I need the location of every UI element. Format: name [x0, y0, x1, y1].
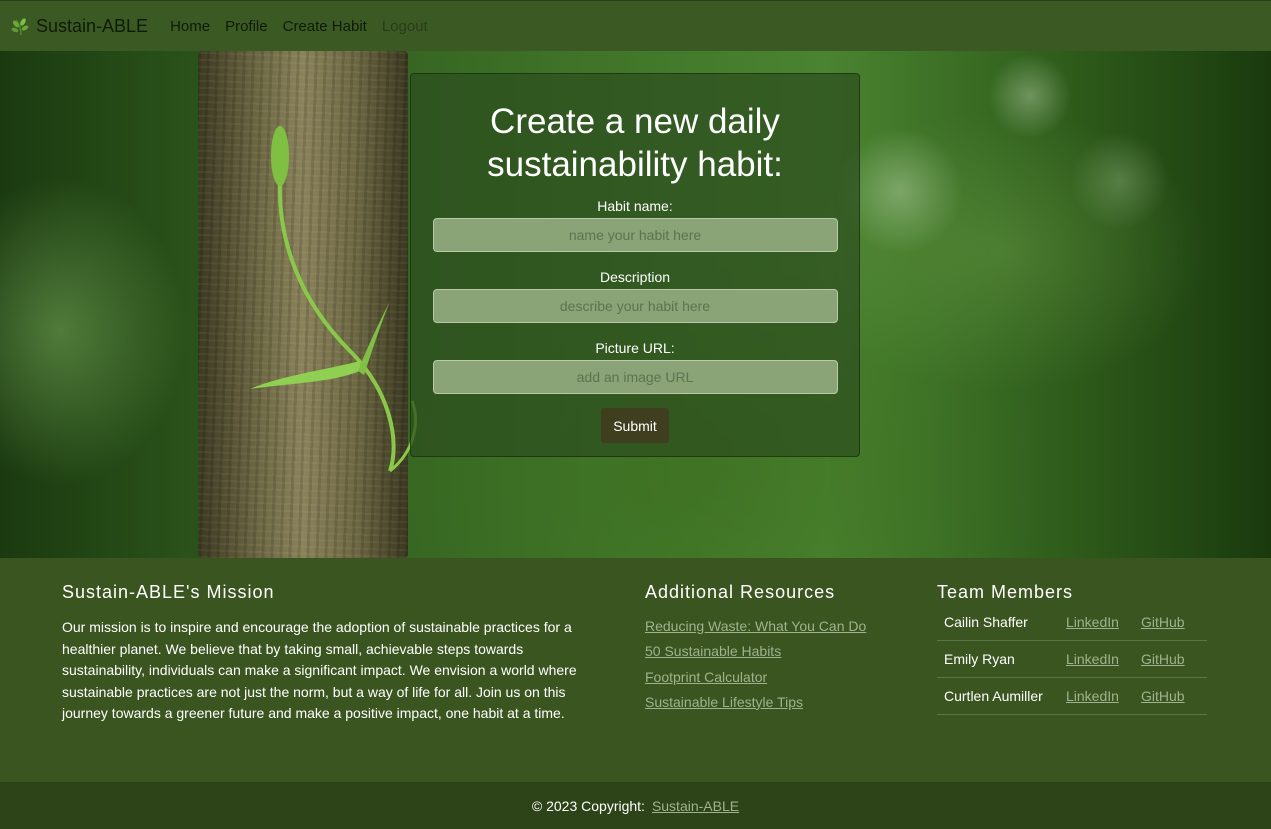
navbar: Sustain-ABLE Home Profile Create Habit L…: [0, 0, 1271, 51]
resources-title: Additional Resources: [645, 582, 836, 602]
resource-link-reducing-waste[interactable]: Reducing Waste: What You Can Do: [645, 618, 866, 634]
team-table: Cailin Shaffer LinkedIn GitHub Emily Rya…: [937, 604, 1207, 715]
form-title-line1: Create a new daily: [490, 102, 780, 141]
description-input[interactable]: [432, 289, 838, 323]
table-row: Emily Ryan LinkedIn GitHub: [937, 640, 1207, 678]
nav-create-habit-link[interactable]: Create Habit: [283, 18, 367, 35]
mission-text: Our mission is to inspire and encourage …: [62, 619, 577, 721]
description-label: Description: [599, 269, 671, 285]
github-link[interactable]: GitHub: [1141, 688, 1185, 704]
nav-home-link[interactable]: Home: [170, 18, 210, 35]
picture-url-input[interactable]: [432, 360, 838, 394]
list-item: 50 Sustainable Habits: [645, 643, 866, 668]
linkedin-link[interactable]: LinkedIn: [1066, 688, 1119, 704]
form-title-line2: sustainability habit:: [487, 145, 783, 184]
form-title: Create a new daily sustainability habit:: [411, 100, 859, 186]
list-item: Sustainable Lifestyle Tips: [645, 694, 866, 719]
nav-logout-link[interactable]: Logout: [382, 18, 428, 35]
habit-name-label: Habit name:: [597, 198, 673, 214]
resource-link-footprint-calculator[interactable]: Footprint Calculator: [645, 669, 767, 685]
mission-title: Sustain-ABLE's Mission: [62, 582, 275, 602]
list-item: Footprint Calculator: [645, 669, 866, 694]
copyright-link[interactable]: Sustain-ABLE: [652, 798, 739, 814]
copyright-bar: © 2023 Copyright: Sustain-ABLE: [0, 782, 1271, 829]
list-item: Reducing Waste: What You Can Do: [645, 618, 866, 643]
resource-link-50-habits[interactable]: 50 Sustainable Habits: [645, 643, 781, 659]
habit-name-input[interactable]: [432, 218, 838, 252]
brand-name: Sustain-ABLE: [36, 15, 149, 36]
team-title: Team Members: [937, 582, 1074, 602]
brand[interactable]: Sustain-ABLE: [10, 15, 148, 37]
team-member-name: Curtlen Aumiller: [937, 677, 1066, 715]
submit-button[interactable]: Submit: [601, 408, 669, 443]
table-row: Cailin Shaffer LinkedIn GitHub: [937, 604, 1207, 641]
resource-link-lifestyle-tips[interactable]: Sustainable Lifestyle Tips: [645, 694, 803, 710]
team-member-name: Cailin Shaffer: [937, 604, 1066, 641]
picture-url-label: Picture URL:: [595, 340, 675, 356]
github-link[interactable]: GitHub: [1141, 614, 1185, 630]
resources-list: Reducing Waste: What You Can Do 50 Susta…: [645, 618, 866, 719]
sprout-image: [250, 126, 417, 473]
linkedin-link[interactable]: LinkedIn: [1066, 651, 1119, 667]
linkedin-link[interactable]: LinkedIn: [1066, 614, 1119, 630]
github-link[interactable]: GitHub: [1141, 651, 1185, 667]
hero-background: Create a new daily sustainability habit:…: [0, 51, 1271, 558]
leaf-icon: [11, 18, 29, 36]
table-row: Curtlen Aumiller LinkedIn GitHub: [937, 677, 1207, 715]
copyright-text: © 2023 Copyright:: [531, 797, 645, 814]
footer: Sustain-ABLE's Mission Our mission is to…: [0, 558, 1271, 782]
nav-profile-link[interactable]: Profile: [225, 18, 268, 35]
team-member-name: Emily Ryan: [937, 640, 1066, 678]
create-habit-form: Create a new daily sustainability habit:…: [410, 73, 860, 457]
